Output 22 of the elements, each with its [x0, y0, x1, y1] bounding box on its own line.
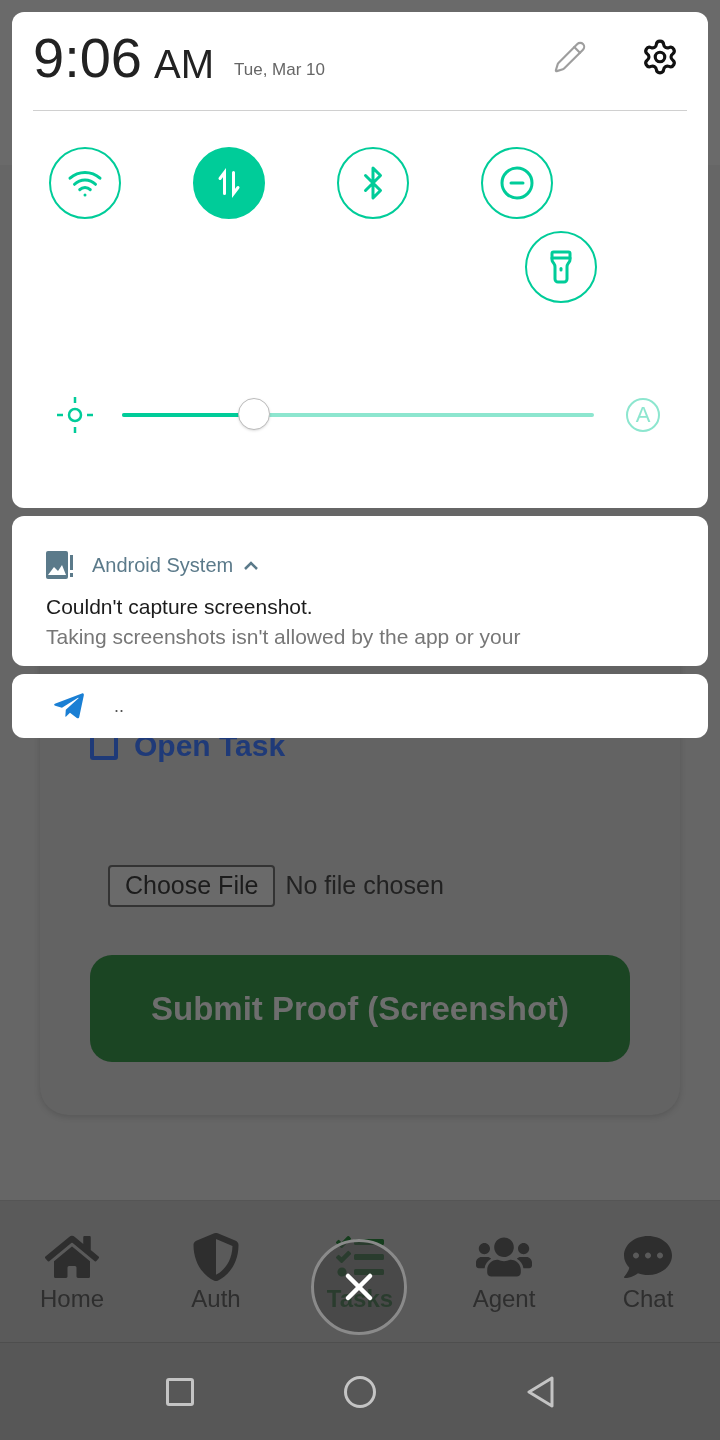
- edit-icon[interactable]: [553, 40, 587, 74]
- back-icon[interactable]: [526, 1375, 554, 1408]
- submit-button[interactable]: Submit Proof (Screenshot): [90, 955, 630, 1062]
- choose-file-button[interactable]: Choose File: [108, 865, 276, 907]
- app-name: Android System: [92, 553, 234, 578]
- notification-text: ..: [114, 697, 124, 715]
- settings-icon[interactable]: [641, 38, 679, 76]
- chevron-icon[interactable]: [243, 560, 260, 570]
- clock-meridiem: AM: [154, 44, 214, 84]
- auto-brightness-toggle[interactable]: A: [626, 398, 660, 432]
- notification-title: Couldn't capture screenshot.: [46, 594, 314, 620]
- notification-card[interactable]: Android System Couldn't capture screenshot. Taking screenshots isn't allowed by the app or your: [12, 516, 708, 666]
- file-status: No file chosen: [285, 870, 444, 902]
- brightness-icon: [55, 395, 95, 435]
- minus-circle-icon: [499, 165, 535, 201]
- recents-icon[interactable]: [166, 1377, 194, 1406]
- image-alert-icon: [46, 551, 74, 579]
- notification-text: Taking screenshots isn't allowed by the app or your: [46, 624, 522, 651]
- slider-thumb[interactable]: [238, 398, 271, 430]
- clock-time: 9:06: [33, 30, 142, 86]
- notification-card[interactable]: ..: [12, 674, 708, 738]
- date-label: Tue, Mar 10: [234, 58, 326, 81]
